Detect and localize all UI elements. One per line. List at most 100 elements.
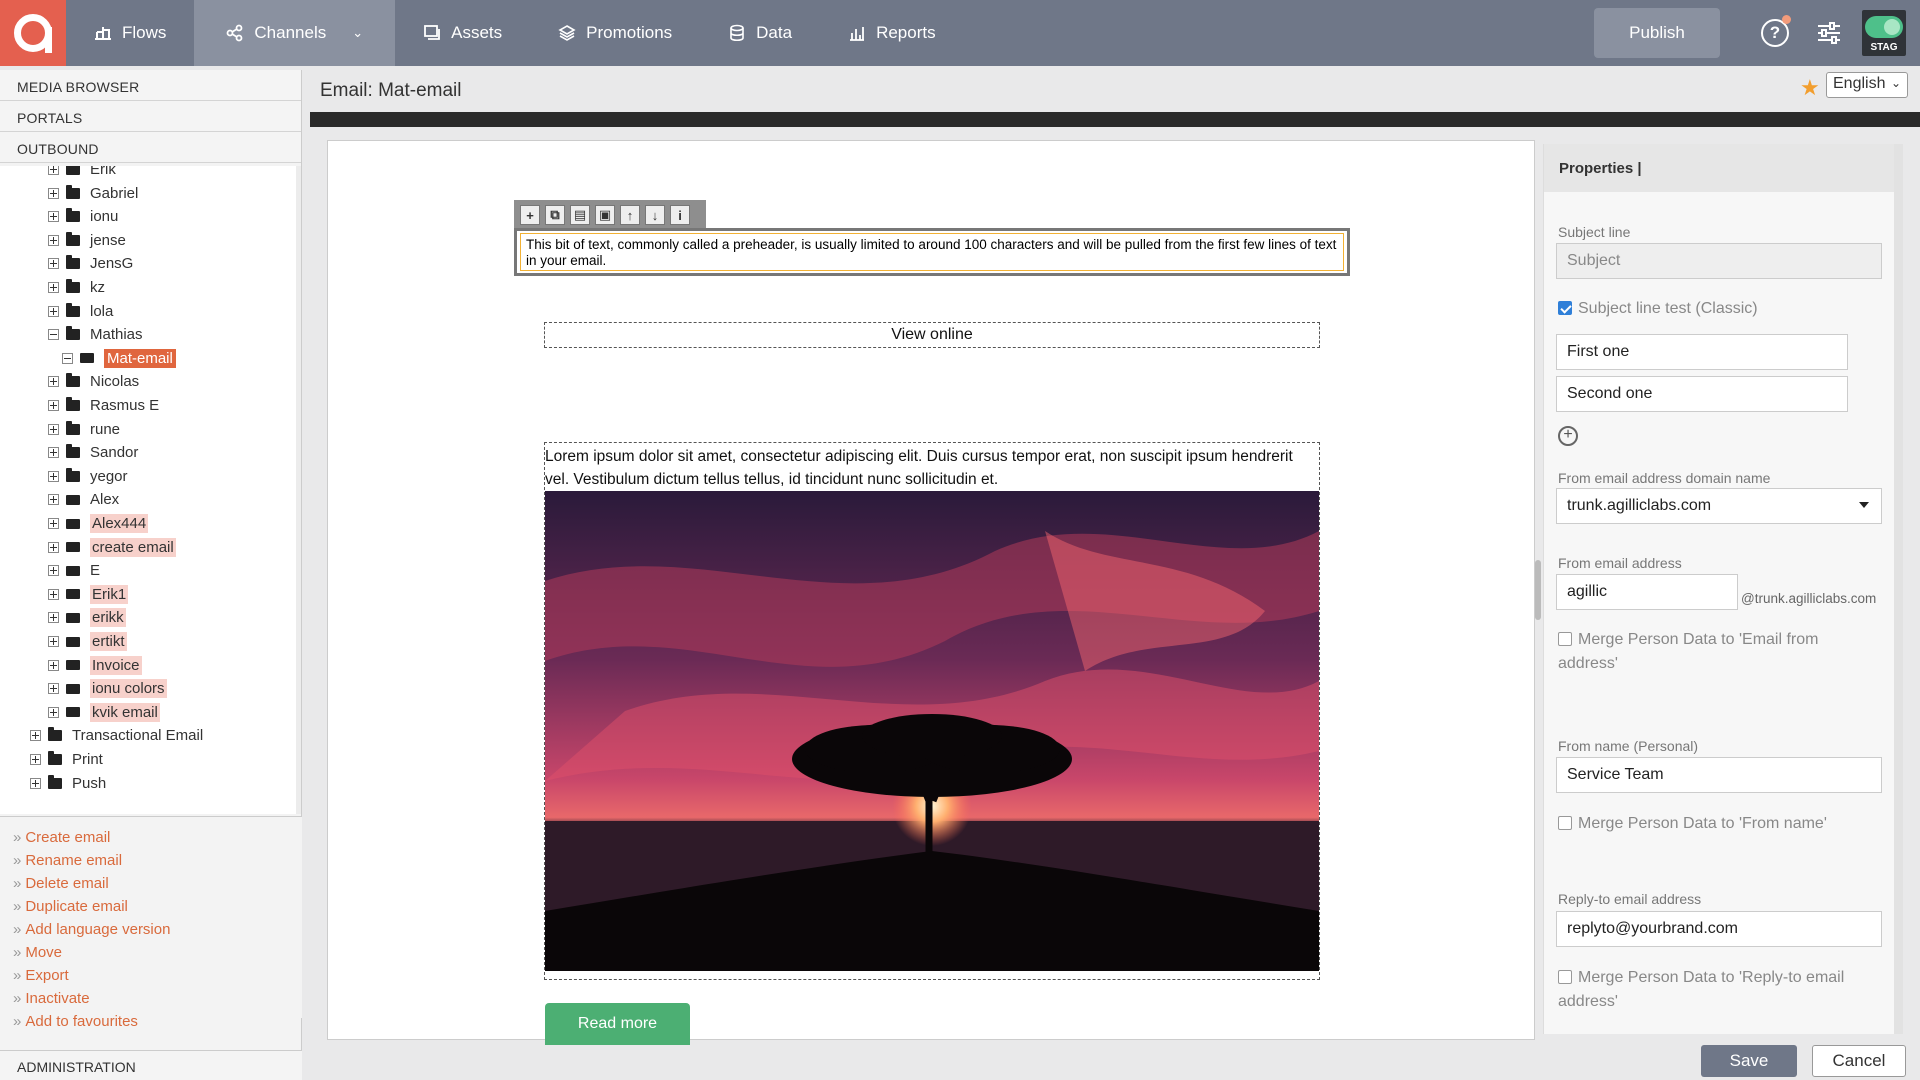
action-link[interactable]: » Rename email — [13, 852, 302, 875]
expand-icon[interactable] — [48, 612, 59, 624]
merge-reply-to-row[interactable]: Merge Person Data to 'Reply-to email add… — [1558, 966, 1878, 1014]
tree-item[interactable]: Nicolas — [48, 370, 139, 393]
from-name-input[interactable]: Service Team — [1556, 757, 1882, 793]
nav-data[interactable]: Data — [700, 0, 820, 66]
panel-resize-handle[interactable] — [1535, 560, 1541, 620]
subject-variant-1-input[interactable]: First one — [1556, 334, 1848, 370]
action-link[interactable]: » Create email — [13, 829, 302, 852]
section-portals[interactable]: PORTALS — [0, 101, 301, 132]
expand-icon[interactable] — [48, 234, 59, 246]
tree-item[interactable]: Mat-email — [62, 347, 176, 370]
tree-item[interactable]: Print — [30, 748, 103, 771]
expand-icon[interactable] — [48, 282, 59, 293]
tree-item[interactable]: Gabriel — [48, 182, 138, 205]
expand-icon[interactable] — [48, 588, 59, 600]
expand-icon[interactable] — [48, 258, 59, 270]
hero-image[interactable] — [545, 491, 1319, 971]
tree-item[interactable]: Push — [30, 772, 106, 795]
action-link[interactable]: » Duplicate email — [13, 898, 302, 921]
nav-flows[interactable]: Flows — [66, 0, 194, 66]
merge-from-name-checkbox[interactable] — [1558, 816, 1572, 830]
tree-item[interactable]: Erik1 — [48, 583, 129, 606]
help-button[interactable]: ? — [1748, 0, 1802, 66]
publish-button[interactable]: Publish — [1594, 8, 1720, 58]
preheader-text[interactable]: This bit of text, commonly called a preh… — [520, 233, 1344, 271]
environment-switch[interactable]: STAG — [1862, 10, 1906, 56]
tree-item[interactable]: lola — [48, 300, 113, 323]
tree-item[interactable]: rune — [48, 418, 120, 441]
save-icon[interactable]: ▣ — [595, 205, 615, 225]
subject-line-input[interactable]: Subject — [1556, 243, 1882, 279]
merge-reply-to-checkbox[interactable] — [1558, 970, 1572, 984]
properties-scrollbar[interactable] — [1894, 144, 1903, 1034]
content-block[interactable]: Lorem ipsum dolor sit amet, consectetur … — [544, 442, 1320, 980]
language-select[interactable]: English ⌄ — [1826, 72, 1908, 98]
body-text[interactable]: Lorem ipsum dolor sit amet, consectetur … — [545, 443, 1319, 491]
nav-assets[interactable]: Assets — [395, 0, 530, 66]
expand-icon[interactable] — [48, 659, 59, 671]
tree-item[interactable]: jense — [48, 229, 126, 252]
reply-to-input[interactable]: replyto@yourbrand.com — [1556, 911, 1882, 947]
section-media-browser[interactable]: MEDIA BROWSER — [0, 70, 301, 101]
agillic-logo[interactable] — [0, 0, 66, 66]
action-link[interactable]: » Add language version — [13, 921, 302, 944]
info-icon[interactable]: i — [670, 205, 690, 225]
expand-icon[interactable] — [48, 187, 59, 199]
action-link[interactable]: » Add to favourites — [13, 1013, 302, 1036]
save-button[interactable]: Save — [1701, 1045, 1797, 1077]
expand-icon[interactable] — [48, 565, 59, 577]
expand-icon[interactable] — [48, 541, 59, 553]
tree-item[interactable]: ionu — [48, 205, 118, 228]
move-down-icon[interactable]: ↓ — [645, 205, 665, 225]
expand-icon[interactable] — [48, 683, 59, 695]
section-administration[interactable]: ADMINISTRATION — [0, 1050, 302, 1080]
preheader-block[interactable]: This bit of text, commonly called a preh… — [514, 228, 1350, 276]
tree-item[interactable]: ertikt — [48, 630, 127, 653]
nav-reports[interactable]: Reports — [820, 0, 964, 66]
tree-item[interactable]: Erik — [48, 166, 116, 181]
tree-item[interactable]: Invoice — [48, 654, 142, 677]
tree-item[interactable]: erikk — [48, 606, 126, 629]
view-online-link[interactable]: View online — [544, 322, 1320, 348]
tree-item[interactable]: Sandor — [48, 441, 138, 464]
tree-item[interactable]: Rasmus E — [48, 394, 159, 417]
tree-item[interactable]: create email — [48, 536, 176, 559]
add-variant-icon[interactable]: + — [1558, 426, 1578, 446]
merge-from-address-row[interactable]: Merge Person Data to 'Email from address… — [1558, 628, 1878, 676]
expand-icon[interactable] — [30, 754, 41, 765]
tree-item[interactable]: Mathias — [48, 323, 143, 346]
nav-promotions[interactable]: Promotions — [530, 0, 700, 66]
expand-icon[interactable] — [48, 211, 59, 223]
read-more-button[interactable]: Read more — [545, 1003, 690, 1045]
copy-icon[interactable]: ⧉ — [545, 205, 565, 225]
tree-item[interactable]: Transactional Email — [30, 724, 203, 747]
expand-icon[interactable] — [48, 166, 59, 175]
tree-item[interactable]: Alex444 — [48, 512, 149, 535]
tree-item[interactable]: kz — [48, 276, 105, 299]
subject-test-checkbox[interactable] — [1558, 301, 1572, 315]
action-link[interactable]: » Export — [13, 967, 302, 990]
settings-button[interactable] — [1802, 0, 1856, 66]
tree-item[interactable]: Alex — [48, 488, 119, 511]
favourite-star-icon[interactable]: ★ — [1800, 75, 1820, 101]
expand-icon[interactable] — [48, 518, 59, 529]
expand-icon[interactable] — [48, 706, 59, 718]
expand-icon[interactable] — [48, 447, 59, 459]
expand-icon[interactable] — [48, 636, 59, 647]
action-link[interactable]: » Inactivate — [13, 990, 302, 1013]
add-icon[interactable]: + — [520, 205, 540, 225]
expand-icon[interactable] — [30, 730, 41, 742]
merge-from-address-checkbox[interactable] — [1558, 632, 1572, 646]
expand-icon[interactable] — [30, 777, 41, 789]
tree-item[interactable]: ionu colors — [48, 677, 167, 700]
domain-select[interactable]: trunk.agilliclabs.com — [1556, 488, 1882, 524]
subject-variant-2-input[interactable]: Second one — [1556, 376, 1848, 412]
expand-icon[interactable] — [48, 400, 59, 411]
cancel-button[interactable]: Cancel — [1812, 1045, 1906, 1077]
expand-icon[interactable] — [48, 305, 59, 317]
move-up-icon[interactable]: ↑ — [620, 205, 640, 225]
action-link[interactable]: » Delete email — [13, 875, 302, 898]
tree-scrollbar[interactable] — [296, 166, 301, 814]
expand-icon[interactable] — [48, 376, 59, 388]
tree-item[interactable]: E — [48, 559, 100, 582]
